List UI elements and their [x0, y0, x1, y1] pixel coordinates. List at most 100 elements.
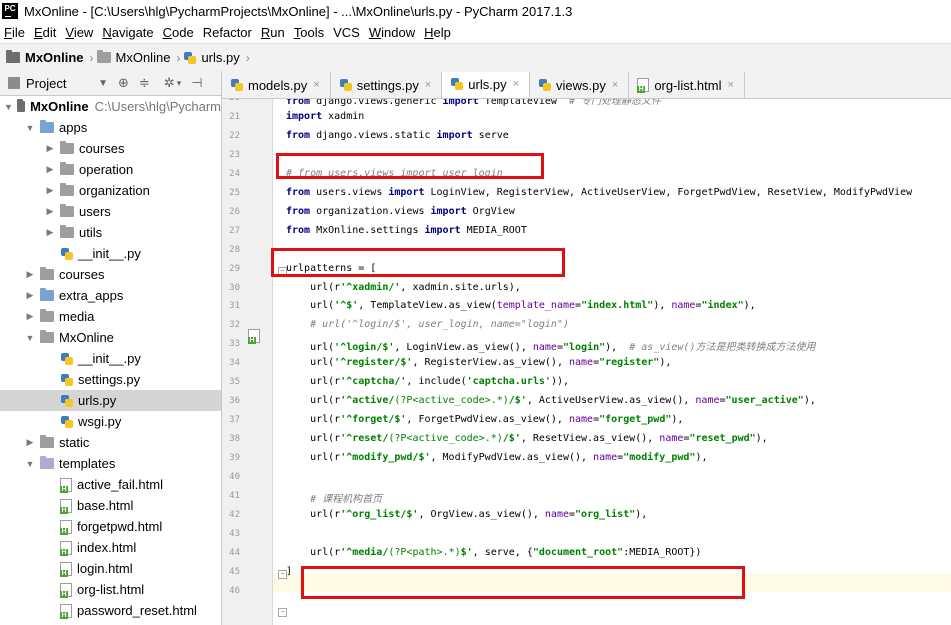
tree-item-templates[interactable]: ▼ templates	[0, 453, 221, 474]
tree-item-utils[interactable]: ▶ utils	[0, 222, 221, 243]
tree-item-settings-py[interactable]: settings.py	[0, 369, 221, 390]
breadcrumb-file[interactable]: urls.py ›	[183, 50, 252, 65]
code-line[interactable]: import xadmin	[286, 111, 364, 122]
tree-item-extra-apps[interactable]: ▶ extra_apps	[0, 285, 221, 306]
tree-item-organization[interactable]: ▶ organization	[0, 180, 221, 201]
html-template-gutter-icon[interactable]	[248, 329, 260, 344]
tree-root[interactable]: ▼ MxOnline C:\Users\hlg\Pycharm	[0, 96, 221, 117]
code-line[interactable]: url(r'^active/(?P<active_code>.*)/$', Ac…	[286, 395, 816, 406]
breadcrumb-folder[interactable]: MxOnline	[96, 50, 170, 65]
code-line[interactable]: # 课程机构首页	[286, 490, 382, 505]
tree-item-apps[interactable]: ▼ apps	[0, 117, 221, 138]
line-number: 35	[229, 377, 240, 388]
tree-item-forgetpwd-html[interactable]: forgetpwd.html	[0, 516, 221, 537]
menu-item-tools[interactable]: Tools	[290, 25, 328, 40]
tree-item-courses[interactable]: ▶ courses	[0, 264, 221, 285]
tree-item-label: __init__.py	[78, 351, 141, 366]
close-tab-icon[interactable]: ×	[513, 78, 519, 90]
expand-arrow-icon[interactable]: ▼	[4, 102, 13, 112]
tree-item-label: apps	[59, 120, 88, 135]
menu-item-refactor[interactable]: Refactor	[199, 25, 256, 40]
breadcrumb-project[interactable]: MxOnline	[6, 50, 84, 65]
tree-item-media[interactable]: ▶ media	[0, 306, 221, 327]
project-view-selector[interactable]: Project ▼	[8, 76, 108, 91]
tab-urls-py[interactable]: urls.py ×	[442, 72, 531, 98]
code-line[interactable]: url(r'^org_list/$', OrgView.as_view(), n…	[286, 509, 647, 520]
menu-item-window[interactable]: Window	[365, 25, 419, 40]
code-line[interactable]: from organization.views import OrgView	[286, 206, 515, 217]
tree-item--init-py[interactable]: __init__.py	[0, 348, 221, 369]
code-line[interactable]: url(r'^forget/$', ForgetPwdView.as_view(…	[286, 414, 683, 425]
tree-item-mxonline[interactable]: ▼ MxOnline	[0, 327, 221, 348]
tree-item-login-html[interactable]: login.html	[0, 558, 221, 579]
tree-item-label: active_fail.html	[77, 477, 163, 492]
tree-item-wsgi-py[interactable]: wsgi.py	[0, 411, 221, 432]
code-line[interactable]: url(r'^xadmin/', xadmin.site.urls),	[286, 282, 521, 293]
tree-item-static[interactable]: ▶ static	[0, 432, 221, 453]
tree-item-base-html[interactable]: base.html	[0, 495, 221, 516]
gear-icon[interactable]: ✲	[164, 75, 175, 91]
collapse-arrow-icon[interactable]: ▶	[44, 164, 56, 175]
tree-item-active-fail-html[interactable]: active_fail.html	[0, 474, 221, 495]
tab-settings-py[interactable]: settings.py ×	[331, 72, 443, 98]
close-tab-icon[interactable]: ×	[313, 79, 319, 91]
close-tab-icon[interactable]: ×	[425, 79, 431, 91]
hide-panel-icon[interactable]: ⊣	[191, 75, 202, 91]
collapse-arrow-icon[interactable]: ▶	[24, 311, 36, 322]
collapse-arrow-icon[interactable]: ▶	[44, 227, 56, 238]
code-line[interactable]: from django.views.static import serve	[286, 130, 509, 141]
collapse-arrow-icon[interactable]: ▶	[44, 143, 56, 154]
tree-item-index-html[interactable]: index.html	[0, 537, 221, 558]
code-line[interactable]: from MxOnline.settings import MEDIA_ROOT	[286, 225, 527, 236]
code-editor[interactable]: 20 from django.views.generic import Templ…	[222, 99, 951, 625]
menu-item-help[interactable]: Help	[420, 25, 455, 40]
fold-marker-icon[interactable]: −	[278, 607, 287, 617]
code-line[interactable]: url('^login/$', LoginView.as_view(), nam…	[286, 338, 815, 353]
code-line[interactable]: url('^$', TemplateView.as_view(template_…	[286, 300, 756, 311]
tab-models-py[interactable]: models.py ×	[222, 72, 331, 98]
code-line[interactable]: url(r'^modify_pwd/$', ModifyPwdView.as_v…	[286, 452, 707, 463]
menu-item-view[interactable]: View	[61, 25, 97, 40]
fold-marker-icon[interactable]: −	[278, 569, 287, 579]
code-line[interactable]: from users.views import LoginView, Regis…	[286, 187, 912, 198]
code-line[interactable]: url(r'^media/(?P<path>.*)$', serve, {"do…	[286, 547, 701, 558]
menu-bar: File Edit View Navigate Code Refactor Run Tools…	[0, 22, 951, 43]
tree-item-urls-py[interactable]: urls.py	[0, 390, 221, 411]
expand-arrow-icon[interactable]: ▼	[24, 123, 36, 133]
code-line[interactable]: url(r'^captcha/', include('captcha.urls'…	[286, 376, 569, 387]
collapse-all-icon[interactable]: ≑	[139, 75, 150, 91]
tree-item-courses[interactable]: ▶ courses	[0, 138, 221, 159]
tree-item-org-list-html[interactable]: org-list.html	[0, 579, 221, 600]
close-tab-icon[interactable]: ×	[728, 79, 734, 91]
gear-dropdown-icon[interactable]: ▾	[177, 78, 182, 89]
code-line[interactable]: url('^register/$', RegisterView.as_view(…	[286, 357, 671, 368]
tree-item-password-reset-html[interactable]: password_reset.html	[0, 600, 221, 621]
menu-item-run[interactable]: Run	[257, 25, 289, 40]
tree-item--init-py[interactable]: __init__.py	[0, 243, 221, 264]
tree-item-operation[interactable]: ▶ operation	[0, 159, 221, 180]
menu-item-edit[interactable]: Edit	[30, 25, 60, 40]
collapse-arrow-icon[interactable]: ▶	[44, 185, 56, 196]
folder-icon	[60, 225, 74, 238]
collapse-arrow-icon[interactable]: ▶	[24, 269, 36, 280]
menu-item-navigate[interactable]: Navigate	[98, 25, 157, 40]
tree-item-users[interactable]: ▶ users	[0, 201, 221, 222]
expand-arrow-icon[interactable]: ▼	[24, 459, 36, 469]
collapse-arrow-icon[interactable]: ▶	[24, 437, 36, 448]
menu-item-vcs[interactable]: VCS	[329, 25, 364, 40]
menu-item-code[interactable]: Code	[159, 25, 198, 40]
close-tab-icon[interactable]: ×	[612, 79, 618, 91]
code-line[interactable]: # url('^login/$', user_login, name="logi…	[286, 319, 569, 330]
menu-item-file[interactable]: File	[0, 25, 29, 40]
code-line[interactable]: url(r'^reset/(?P<active_code>.*)/$', Res…	[286, 433, 768, 444]
chevron-right-icon: ›	[176, 50, 181, 65]
collapse-arrow-icon[interactable]: ▶	[44, 206, 56, 217]
target-icon[interactable]: ⊕	[118, 75, 129, 91]
tree-item-label: settings.py	[78, 372, 141, 387]
tab-org-list-html[interactable]: org-list.html×	[629, 72, 745, 98]
tab-views-py[interactable]: views.py ×	[530, 72, 630, 98]
folder-icon	[40, 288, 54, 301]
expand-arrow-icon[interactable]: ▼	[24, 333, 36, 343]
code-line[interactable]: from django.views.generic import Templat…	[286, 99, 661, 107]
collapse-arrow-icon[interactable]: ▶	[24, 290, 36, 301]
